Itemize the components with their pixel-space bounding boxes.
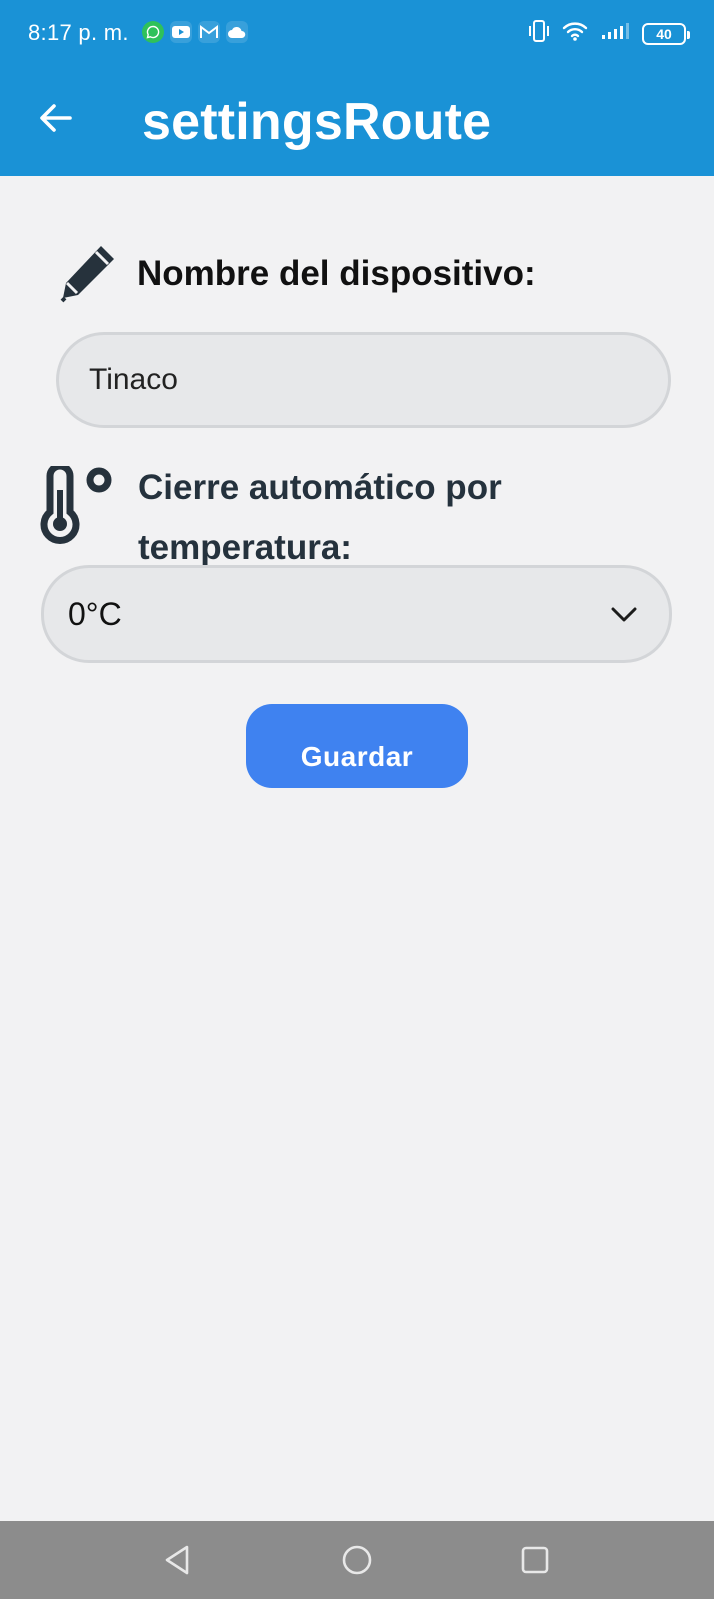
wifi-icon xyxy=(562,20,588,47)
temperature-selected-value: 0°C xyxy=(68,595,122,632)
device-name-label: Nombre del dispositivo: xyxy=(137,254,536,293)
system-nav-bar xyxy=(0,1521,714,1599)
status-time: 8:17 p. m. xyxy=(28,20,129,45)
system-icons: 40 xyxy=(528,19,690,48)
temperature-select[interactable]: 0°C xyxy=(41,565,672,663)
youtube-icon xyxy=(170,21,192,43)
page-title: settingsRoute xyxy=(142,93,492,151)
device-name-input[interactable]: Tinaco xyxy=(56,332,671,428)
signal-icon xyxy=(600,21,630,46)
recents-square-icon[interactable] xyxy=(518,1543,552,1577)
pencil-icon xyxy=(60,246,114,303)
save-button[interactable]: Guardar xyxy=(246,704,468,788)
thermometer-icon xyxy=(40,466,112,544)
device-name-value: Tinaco xyxy=(89,363,178,396)
temperature-label: Cierre automático por temperatura: xyxy=(138,468,502,567)
battery-icon: 40 xyxy=(642,22,690,45)
notification-icons xyxy=(142,21,248,43)
cloud-icon xyxy=(226,21,248,43)
back-triangle-icon[interactable] xyxy=(161,1543,195,1577)
home-circle-icon[interactable] xyxy=(340,1543,374,1577)
status-bar: 8:17 p. m. 40 xyxy=(0,0,714,64)
save-button-label: Guardar xyxy=(300,741,414,772)
arrow-left-icon xyxy=(40,104,72,132)
vibrate-icon xyxy=(528,19,550,48)
gmail-icon xyxy=(198,21,220,43)
app-bar: settingsRoute xyxy=(0,64,714,176)
back-button[interactable] xyxy=(34,96,78,140)
whatsapp-icon xyxy=(142,21,164,43)
chevron-down-icon xyxy=(611,607,637,622)
battery-level: 40 xyxy=(656,25,672,42)
